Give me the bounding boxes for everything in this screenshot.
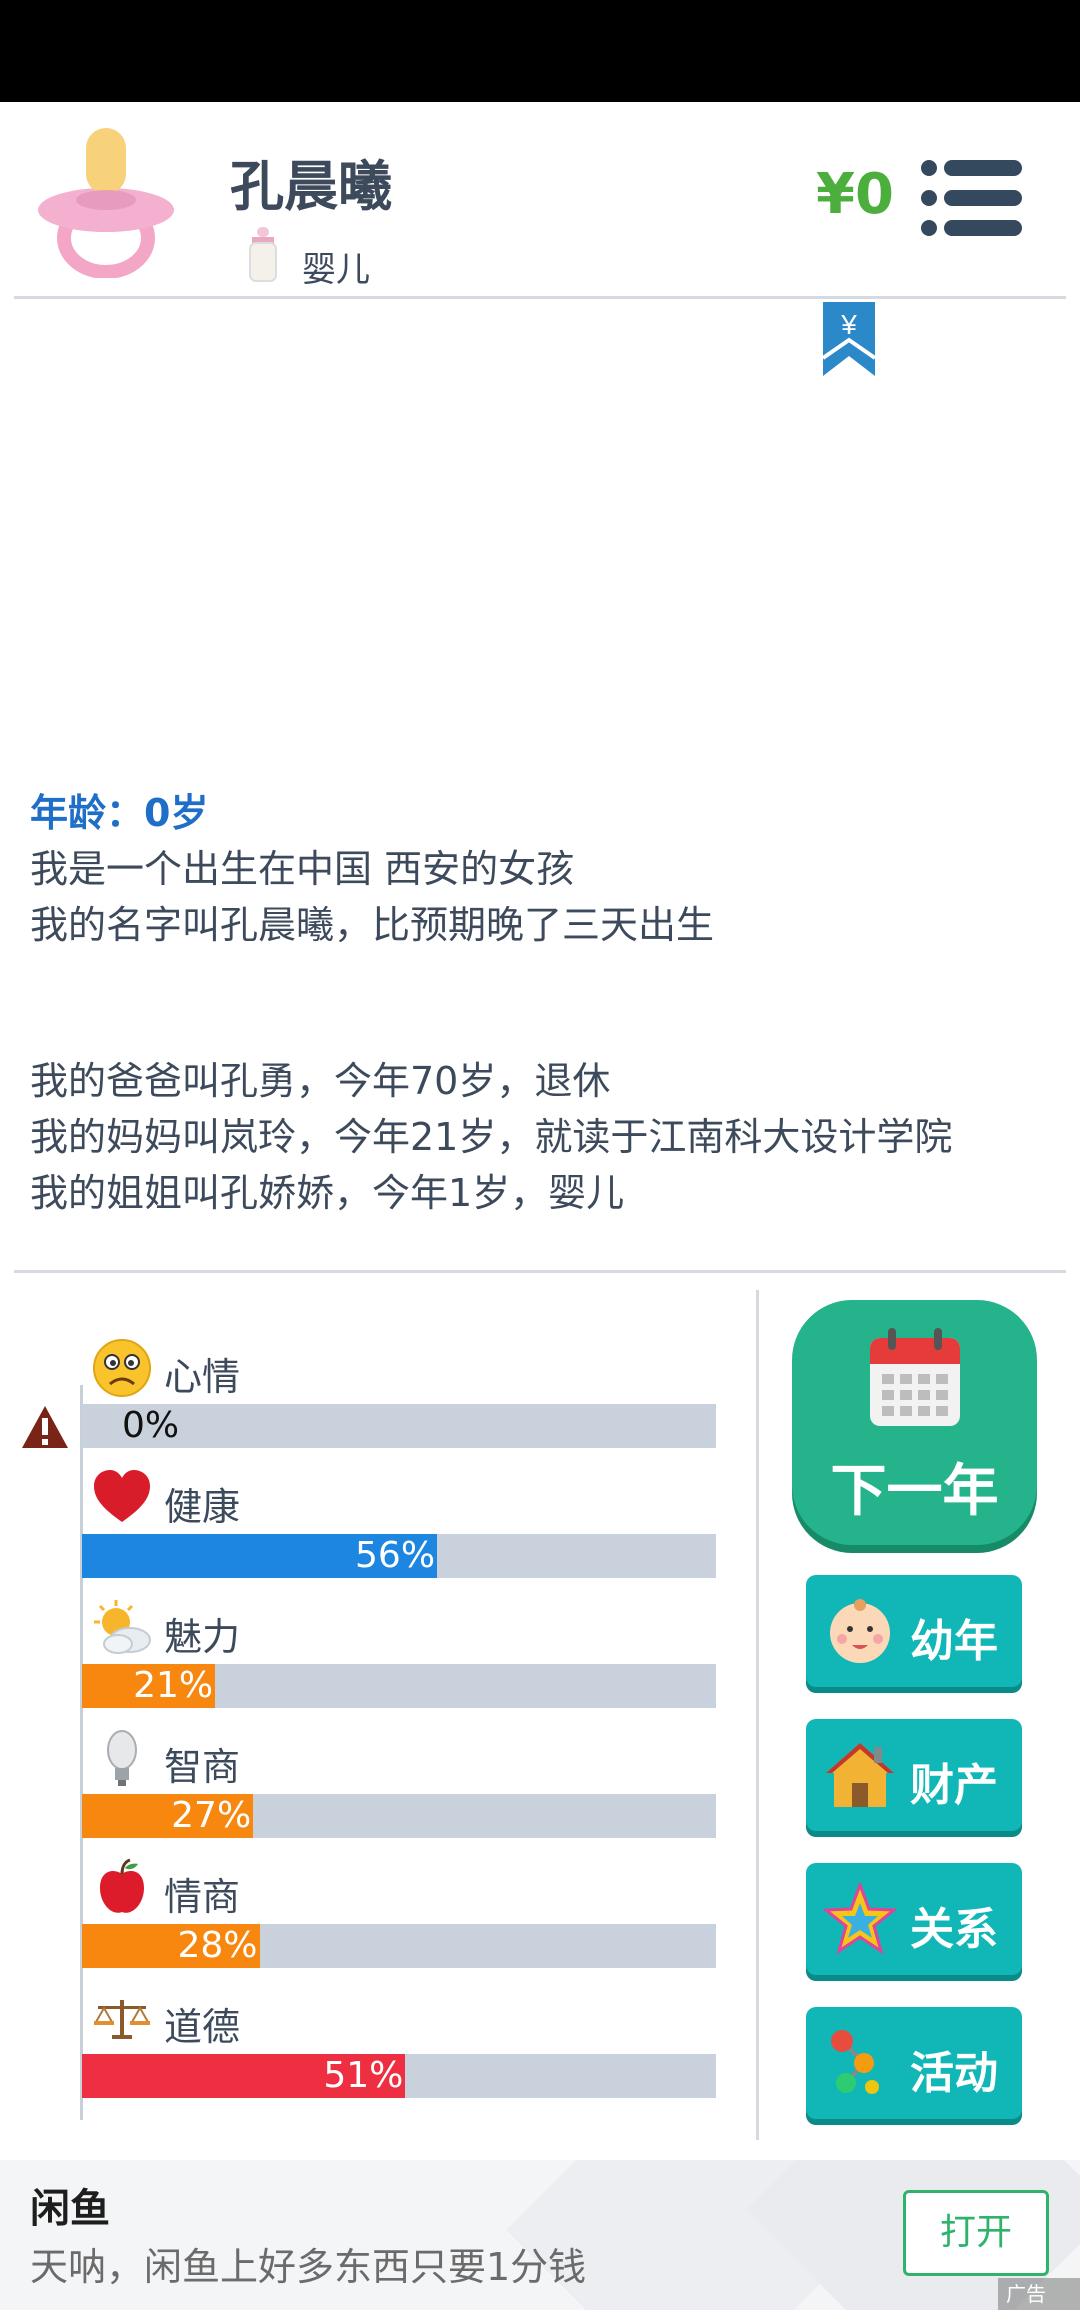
header: 孔晨曦 婴儿 ¥0: [0, 102, 1080, 300]
stat-label: 情商: [164, 1875, 241, 1919]
stat-bar: 0%: [82, 1404, 716, 1448]
stat-bar: 28%: [82, 1924, 716, 1968]
stat-label: 健康: [164, 1485, 241, 1529]
bookmark-symbol: ¥: [840, 309, 857, 340]
childhood-button[interactable]: 幼年: [806, 1575, 1022, 1687]
baby-face-icon: [830, 1599, 890, 1663]
stat-value: 56%: [355, 1535, 436, 1576]
status-bar: [0, 0, 1080, 102]
sad-face-icon: [93, 1339, 151, 1397]
panel-divider: [756, 1290, 759, 2140]
stat-bar: 56%: [82, 1534, 716, 1578]
stat-label: 智商: [164, 1745, 241, 1789]
star-icon: [824, 1883, 896, 1955]
ad-tag: 广告: [998, 2278, 1080, 2310]
stat-value: 28%: [177, 1925, 258, 1966]
story-line: 我是一个出生在中国 西安的女孩: [30, 847, 575, 891]
stat-label: 魅力: [164, 1615, 241, 1659]
relations-label: 关系: [910, 1904, 998, 1955]
relations-button[interactable]: 关系: [806, 1863, 1022, 1975]
ad-title: 闲鱼: [30, 2186, 110, 2232]
life-stage: 婴儿: [302, 250, 370, 290]
childhood-label: 幼年: [910, 1616, 998, 1667]
stat-value: 51%: [323, 2055, 404, 2096]
menu-icon[interactable]: [920, 158, 1024, 238]
stat-value: 21%: [133, 1665, 214, 1706]
calendar-icon: [870, 1328, 960, 1426]
pacifier-icon[interactable]: [36, 118, 176, 278]
story-log: 年龄：0岁 我是一个出生在中国 西安的女孩 我的名字叫孔晨曦，比预期晚了三天出生…: [30, 785, 1050, 1221]
family-line: 我的妈妈叫岚玲，今年21岁，就读于江南科大设计学院: [30, 1115, 953, 1159]
ad-banner[interactable]: 闲鱼 天呐，闲鱼上好多东西只要1分钱 打开 广告: [0, 2160, 1080, 2310]
stat-bar: 51%: [82, 2054, 716, 2098]
story-line: 我的名字叫孔晨曦，比预期晚了三天出生: [30, 903, 715, 947]
stat-label: 心情: [164, 1355, 241, 1399]
assets-button[interactable]: 财产: [806, 1719, 1022, 1831]
activities-button[interactable]: 活动: [806, 2007, 1022, 2119]
lightbulb-icon: [107, 1730, 137, 1786]
money-balance[interactable]: ¥0: [816, 162, 894, 227]
heart-icon: [94, 1470, 150, 1522]
family-line: 我的姐姐叫孔娇娇，今年1岁，婴儿: [30, 1171, 625, 1215]
age-line: 年龄：0岁: [30, 791, 209, 835]
stat-value: 0%: [122, 1405, 180, 1446]
family-line: 我的爸爸叫孔勇，今年70岁，退休: [30, 1059, 611, 1103]
stats-axis: [80, 1385, 83, 2120]
warning-icon: [22, 1406, 68, 1448]
ad-open-button[interactable]: 打开: [903, 2190, 1049, 2276]
next-year-button[interactable]: 下一年: [792, 1300, 1037, 1545]
story-divider: [14, 1270, 1066, 1273]
header-divider: [14, 296, 1066, 299]
assets-label: 财产: [910, 1760, 998, 1811]
next-year-label: 下一年: [830, 1459, 999, 1524]
baby-bottle-icon: [249, 227, 277, 282]
ad-text: 天呐，闲鱼上好多东西只要1分钱: [30, 2245, 587, 2289]
stat-value: 27%: [171, 1795, 252, 1836]
activities-label: 活动: [910, 2048, 998, 2099]
house-icon: [826, 1743, 894, 1807]
character-name: 孔晨曦: [230, 155, 392, 218]
bookmark-icon[interactable]: ¥: [821, 302, 877, 378]
stat-bar: 21%: [82, 1664, 716, 1708]
apple-icon: [100, 1858, 144, 1913]
molecule-icon: [831, 2030, 879, 2094]
sun-cloud-icon: [94, 1600, 151, 1654]
scales-icon: [94, 2000, 150, 2039]
stat-bar: 27%: [82, 1794, 716, 1838]
stat-label: 道德: [164, 2005, 241, 2049]
